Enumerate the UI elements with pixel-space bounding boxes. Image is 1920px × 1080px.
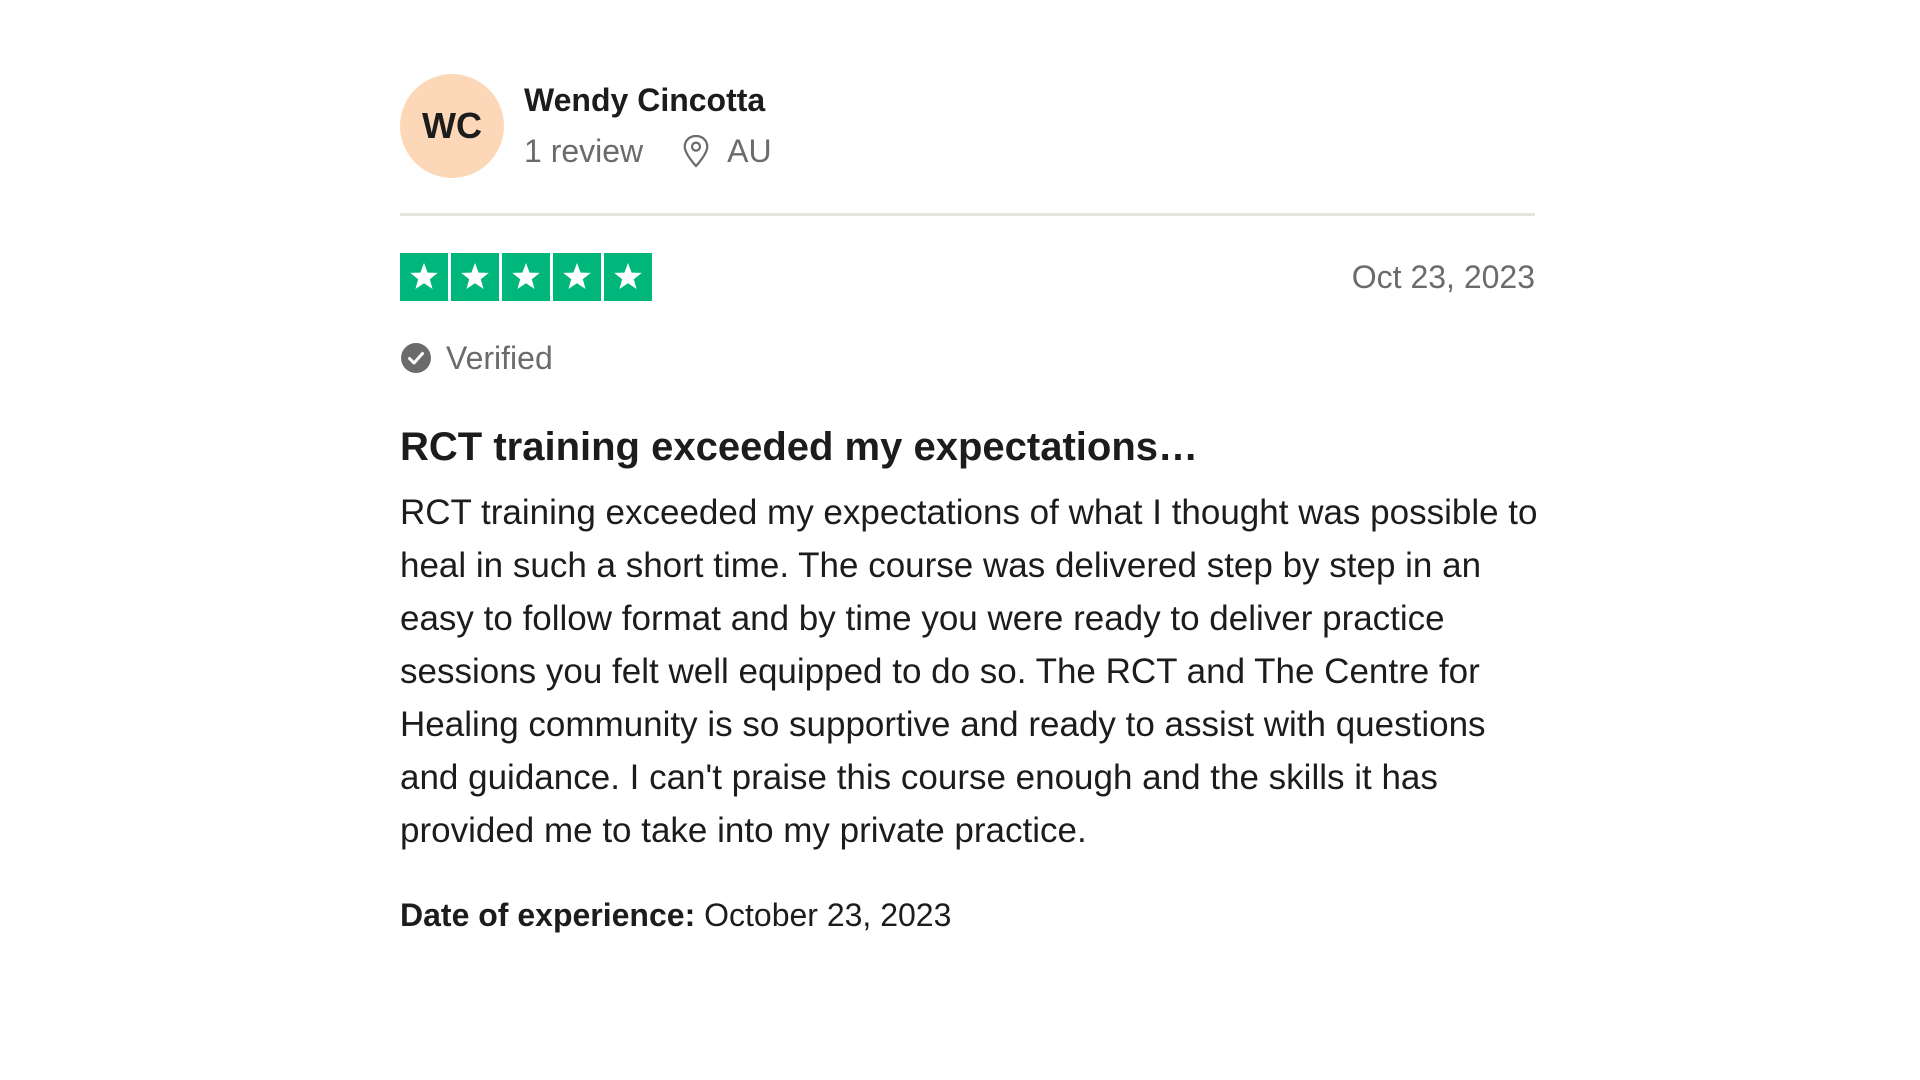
verified-badge[interactable]: Verified — [400, 338, 1535, 378]
date-of-experience: Date of experience: October 23, 2023 — [400, 895, 1535, 935]
location-pin-icon — [683, 134, 709, 168]
review-card: WC Wendy Cincotta 1 review AU Oct 23, 20… — [400, 74, 1537, 935]
location-text: AU — [727, 133, 772, 169]
star-icon — [512, 263, 540, 289]
star-box — [604, 253, 652, 301]
review-title[interactable]: RCT training exceeded my expectations… — [400, 422, 1535, 472]
consumer-meta: 1 review AU — [524, 129, 772, 173]
consumer-name-link[interactable]: Wendy Cincotta — [524, 79, 772, 121]
review-body: RCT training exceeded my expectations of… — [400, 493, 1538, 850]
consumer-header: WC Wendy Cincotta 1 review AU — [400, 74, 1535, 178]
consumer-location: AU — [681, 129, 772, 173]
star-box — [451, 253, 499, 301]
review-count: 1 review — [524, 133, 644, 169]
star-icon — [410, 263, 438, 289]
experience-date: October 23, 2023 — [704, 897, 952, 933]
avatar-initials: WC — [422, 105, 482, 146]
consumer-info: Wendy Cincotta 1 review AU — [524, 79, 772, 173]
review-date: Oct 23, 2023 — [1351, 258, 1535, 295]
verified-label: Verified — [446, 340, 553, 376]
star-box — [553, 253, 601, 301]
star-icon — [563, 263, 591, 289]
star-rating — [400, 253, 652, 301]
checkmark-circle-icon — [401, 343, 431, 373]
divider — [400, 213, 1535, 216]
star-icon — [461, 263, 489, 289]
star-box — [400, 253, 448, 301]
avatar[interactable]: WC — [400, 74, 504, 178]
experience-label: Date of experience: — [400, 897, 696, 933]
rating-row: Oct 23, 2023 — [400, 252, 1535, 302]
star-icon — [614, 263, 642, 289]
star-box — [502, 253, 550, 301]
